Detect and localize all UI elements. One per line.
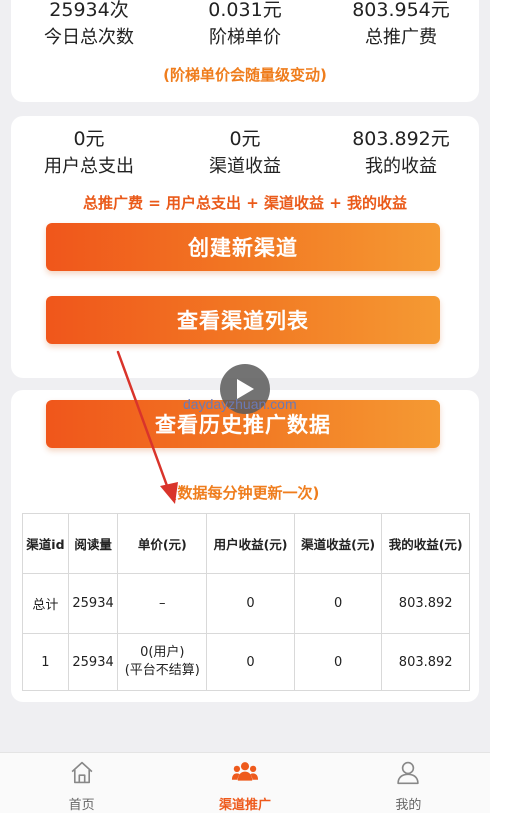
income-stats: 0元 用户总支出 0元 渠道收益 803.892元 我的收益	[11, 126, 479, 180]
bottom-tab-bar: 首页 渠道推广 我的	[0, 752, 490, 813]
stat-label: 渠道收益	[209, 156, 281, 177]
cell-channel-income: 0	[293, 633, 383, 691]
summary-stats: 25934次 今日总次数 0.031元 阶梯单价 803.954元 总推广费	[11, 0, 479, 51]
stat-value: 0.031元	[208, 0, 282, 21]
group-icon	[231, 762, 259, 781]
stat-value: 803.954元	[352, 0, 450, 21]
stat-user-spend: 0元 用户总支出	[11, 126, 167, 180]
stat-channel-income: 0元 渠道收益	[167, 126, 323, 180]
user-icon	[397, 761, 420, 785]
channel-table: 渠道id 阅读量 单价(元) 用户收益(元) 渠道收益(元) 我的收益(元) 总…	[22, 513, 470, 691]
col-my-income: 我的收益(元)	[381, 513, 470, 574]
table-row: 1 25934 0(用户) (平台不结算) 0 0 803.892	[22, 633, 470, 691]
stat-label: 用户总支出	[44, 156, 134, 177]
fee-formula: 总推广费 = 用户总支出 + 渠道收益 + 我的收益	[82, 194, 408, 212]
watermark-text: daydayzhuan.com	[183, 396, 297, 412]
tab-home[interactable]: 首页	[0, 753, 163, 813]
tab-label: 渠道推广	[218, 798, 271, 813]
cell-reads: 25934	[67, 633, 119, 691]
cell-user-income: 0	[206, 633, 295, 691]
cell-price: –	[117, 573, 208, 634]
summary-card: 25934次 今日总次数 0.031元 阶梯单价 803.954元 总推广费 (…	[11, 0, 479, 102]
cell-reads: 25934	[67, 573, 119, 634]
tab-label: 我的	[395, 798, 422, 813]
stat-value: 0元	[229, 128, 261, 150]
create-channel-button[interactable]: 创建新渠道	[46, 223, 440, 271]
price-main: 0(用户)	[140, 645, 185, 660]
table-header-row: 渠道id 阅读量 单价(元) 用户收益(元) 渠道收益(元) 我的收益(元)	[22, 513, 470, 574]
cell-id: 总计	[22, 573, 69, 634]
stat-label: 今日总次数	[44, 27, 134, 48]
table-row: 总计 25934 – 0 0 803.892	[22, 573, 470, 634]
cell-id: 1	[22, 633, 69, 691]
cell-my-income: 803.892	[381, 633, 470, 691]
cell-channel-income: 0	[293, 573, 383, 634]
tab-channel-promotion[interactable]: 渠道推广	[163, 753, 326, 813]
screen: 25934次 今日总次数 0.031元 阶梯单价 803.954元 总推广费 (…	[0, 0, 490, 813]
stat-value: 25934次	[49, 0, 129, 21]
stat-label: 阶梯单价	[209, 27, 281, 48]
view-channel-list-button[interactable]: 查看渠道列表	[46, 296, 440, 344]
col-price: 单价(元)	[117, 513, 208, 574]
stat-unit-price: 0.031元 阶梯单价	[167, 0, 323, 51]
col-user-income: 用户收益(元)	[206, 513, 295, 574]
stat-value: 0元	[73, 128, 105, 150]
stat-my-income: 803.892元 我的收益	[323, 126, 479, 180]
update-note: (数据每分钟更新一次)	[170, 484, 320, 502]
cell-my-income: 803.892	[381, 573, 470, 634]
stat-label: 我的收益	[365, 156, 437, 177]
stat-total-fee: 803.954元 总推广费	[323, 0, 479, 51]
tab-mine[interactable]: 我的	[327, 753, 490, 813]
stat-value: 803.892元	[352, 128, 450, 150]
tab-label: 首页	[68, 798, 95, 813]
stat-label: 总推广费	[365, 27, 437, 48]
price-sub: (平台不结算)	[124, 663, 200, 678]
col-reads: 阅读量	[67, 513, 119, 574]
stat-today-count: 25934次 今日总次数	[11, 0, 167, 51]
col-channel-id: 渠道id	[22, 513, 69, 574]
col-channel-income: 渠道收益(元)	[293, 513, 383, 574]
cell-user-income: 0	[206, 573, 295, 634]
cell-price: 0(用户) (平台不结算)	[117, 633, 208, 691]
home-icon	[71, 761, 93, 784]
price-note: (阶梯单价会随量级变动)	[163, 66, 327, 84]
income-card: 0元 用户总支出 0元 渠道收益 803.892元 我的收益 总推广费 = 用户…	[11, 116, 479, 378]
